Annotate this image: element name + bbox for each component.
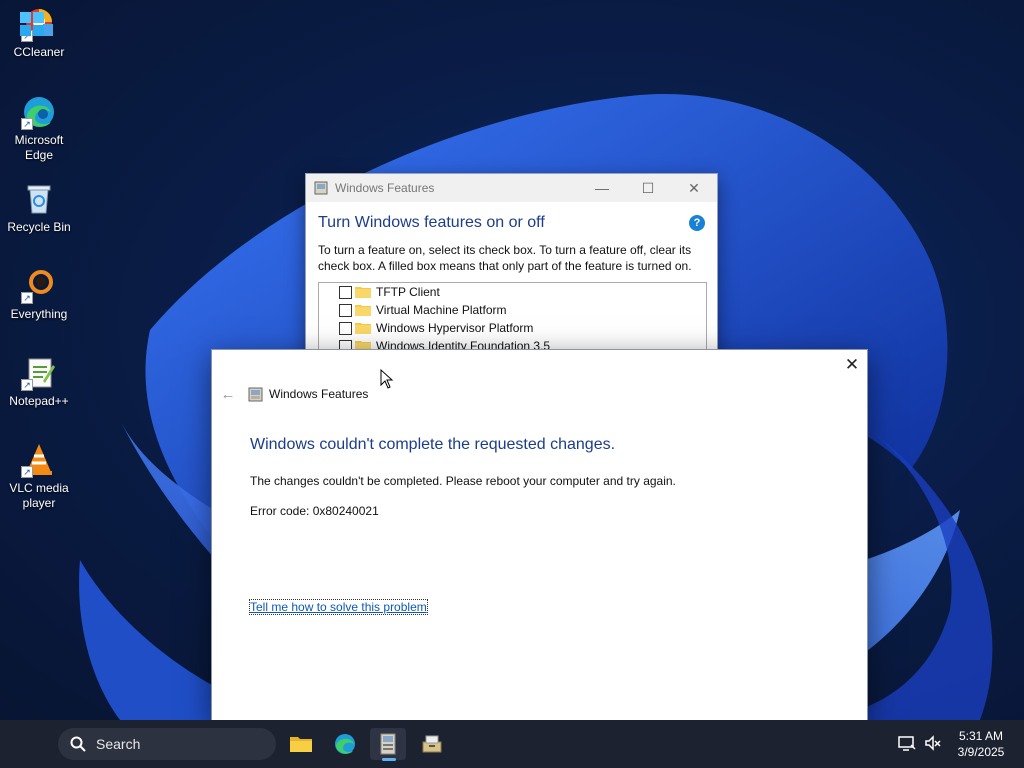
network-icon[interactable] [898, 734, 916, 752]
feature-checkbox[interactable] [339, 321, 352, 335]
desktop-icon-edge[interactable]: ↗ Microsoft Edge [2, 94, 76, 163]
edge-icon: ↗ [21, 94, 57, 130]
shortcut-arrow-icon: ↗ [21, 379, 33, 391]
feature-row[interactable]: TFTP Client [339, 283, 706, 301]
shortcut-arrow-icon: ↗ [21, 466, 33, 478]
back-arrow-icon[interactable]: ← [220, 386, 236, 403]
features-heading: Turn Windows features on or off [318, 214, 545, 231]
desktop-icon-label: Recycle Bin [7, 220, 71, 234]
taskbar-clock[interactable]: 5:31 AM 3/9/2025 [950, 728, 1012, 760]
help-icon[interactable]: ? [689, 215, 705, 231]
feature-label: Windows Hypervisor Platform [376, 321, 534, 335]
installer-icon [422, 735, 442, 753]
window-title: Windows Features [335, 181, 435, 195]
file-explorer-icon [290, 737, 312, 752]
desktop-icon-everything[interactable]: ↗ Everything [2, 268, 76, 322]
window-titlebar[interactable]: Windows Features — ☐ ✕ [306, 174, 717, 202]
clock-time: 5:31 AM [958, 729, 1004, 743]
maximize-button[interactable]: ☐ [625, 174, 671, 202]
error-code: Error code: 0x80240021 [250, 504, 379, 518]
folder-icon [355, 305, 371, 316]
desktop-icon-recycle-bin[interactable]: Recycle Bin [2, 181, 76, 235]
everything-icon: ↗ [21, 268, 57, 304]
windows-features-window: Windows Features — ☐ ✕ Turn Windows feat… [305, 173, 718, 363]
folder-icon [355, 287, 371, 298]
clock-date: 3/9/2025 [957, 745, 1005, 759]
shortcut-arrow-icon: ↗ [21, 292, 33, 304]
feature-checkbox[interactable] [339, 285, 352, 299]
search-icon [70, 736, 86, 752]
error-dialog: ✕ ← Windows Features Windows couldn't co… [211, 349, 868, 721]
windows-features-icon [380, 733, 396, 755]
desktop-icon-label: Notepad++ [9, 394, 69, 408]
start-button-windows-icon[interactable] [20, 12, 44, 36]
desktop-icon-label: Everything [10, 307, 68, 321]
dialog-close-button[interactable]: ✕ [841, 354, 863, 376]
vlc-icon: ↗ [21, 442, 57, 478]
notepadpp-icon: ↗ [21, 355, 57, 391]
dialog-heading: Windows couldn't complete the requested … [250, 436, 616, 453]
mouse-cursor-icon [380, 369, 394, 389]
windows-features-icon [314, 181, 328, 195]
desktop-icon-label: Microsoft Edge [14, 133, 64, 162]
feature-label: Virtual Machine Platform [376, 303, 507, 317]
taskbar-edge[interactable] [327, 728, 363, 760]
taskbar-file-explorer[interactable] [283, 728, 319, 760]
desktop-icon-notepadpp[interactable]: ↗ Notepad++ [2, 355, 76, 409]
dialog-message: The changes couldn't be completed. Pleas… [250, 474, 676, 488]
feature-row[interactable]: Windows Hypervisor Platform [339, 319, 706, 337]
feature-checkbox[interactable] [339, 303, 352, 317]
volume-muted-icon[interactable] [924, 734, 942, 752]
taskbar-windows-features[interactable] [370, 728, 406, 760]
desktop-icon-label: VLC media player [9, 481, 69, 510]
help-link[interactable]: Tell me how to solve this problem [249, 599, 428, 615]
recycle-bin-icon [21, 181, 57, 217]
windows-features-icon [248, 387, 263, 401]
shortcut-arrow-icon: ↗ [21, 118, 33, 130]
search-placeholder: Search [96, 736, 141, 752]
active-app-indicator [382, 758, 396, 761]
desktop-icon-label: CCleaner [13, 45, 65, 59]
close-button[interactable]: ✕ [671, 174, 717, 202]
folder-icon [355, 323, 371, 334]
feature-row[interactable]: Virtual Machine Platform [339, 301, 706, 319]
features-description: To turn a feature on, select its check b… [318, 243, 692, 273]
taskbar-search-box[interactable]: Search [58, 728, 276, 760]
minimize-button[interactable]: — [579, 174, 625, 202]
dialog-app-title: Windows Features [269, 387, 369, 401]
desktop-icon-vlc[interactable]: ↗ VLC media player [2, 442, 76, 511]
feature-label: TFTP Client [376, 285, 440, 299]
taskbar-installer[interactable] [414, 728, 450, 760]
edge-icon [335, 734, 355, 754]
